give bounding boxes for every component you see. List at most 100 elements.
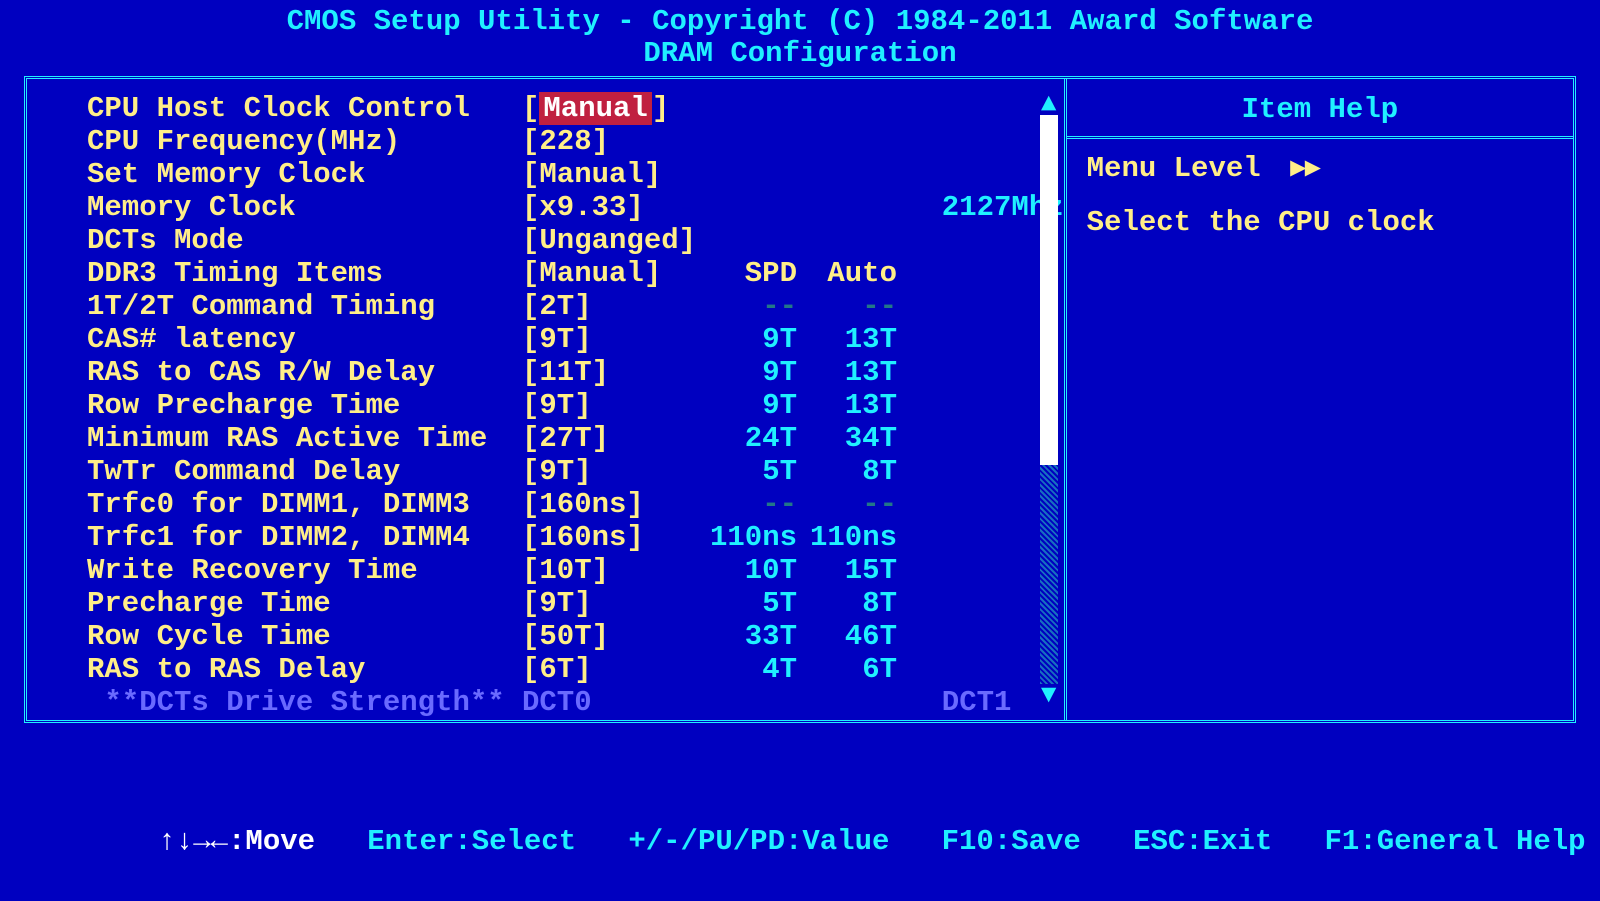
setting-label: Set Memory Clock [87,159,522,191]
main-panels: CPU Host Clock Control[Manual]CPU Freque… [24,76,1576,723]
header-line-1: CMOS Setup Utility - Copyright (C) 1984-… [24,6,1576,38]
setting-auto: 8T [797,456,897,488]
setting-row[interactable]: Trfc1 for DIMM2, DIMM4[160ns]110ns110ns [87,522,1064,555]
help-menu-level: Menu Level ▸▸ [1087,153,1553,186]
setting-spd: -- [697,291,797,323]
setting-label: Trfc1 for DIMM2, DIMM4 [87,522,522,554]
setting-row[interactable]: Memory Clock[x9.33] 2127Mhz [87,192,1064,225]
setting-label: Row Cycle Time [87,621,522,653]
setting-auto: 110ns [797,522,897,554]
setting-row[interactable]: RAS to CAS R/W Delay[11T]9T13T [87,357,1064,390]
setting-value[interactable]: [Manual] [522,258,697,290]
setting-auto: 13T [797,390,897,422]
setting-row[interactable]: TwTr Command Delay[9T]5T8T [87,456,1064,489]
setting-auto: 13T [797,324,897,356]
setting-spd: 33T [697,621,797,653]
setting-label: Row Precharge Time [87,390,522,422]
hint-select: Enter:Select [367,825,576,858]
setting-spd: 5T [697,456,797,488]
setting-spd: 24T [697,423,797,455]
hint-save: F10:Save [942,825,1081,858]
setting-row[interactable]: CPU Host Clock Control[Manual] [87,93,1064,126]
setting-auto: 46T [797,621,897,653]
setting-row[interactable]: Row Cycle Time[50T]33T46T [87,621,1064,654]
help-panel: Item Help Menu Level ▸▸ Select the CPU c… [1064,79,1573,720]
setting-row[interactable]: DDR3 Timing Items[Manual]SPDAuto [87,258,1064,291]
scrollbar-thumb[interactable] [1040,115,1058,465]
setting-row[interactable]: RAS to RAS Delay[6T]4T6T [87,654,1064,687]
setting-value[interactable]: [10T] [522,555,697,587]
setting-spd: 9T [697,324,797,356]
hint-move: ↑↓→←:Move [158,825,315,858]
setting-row[interactable]: Set Memory Clock[Manual] [87,159,1064,192]
setting-value[interactable]: [9T] [522,324,697,356]
setting-row[interactable]: Row Precharge Time[9T]9T13T [87,390,1064,423]
setting-spd: 4T [697,654,797,686]
setting-auto: 15T [797,555,897,587]
menu-level-label: Menu Level [1087,153,1261,185]
hint-exit: ESC:Exit [1133,825,1272,858]
setting-spd: -- [697,489,797,521]
setting-value[interactable]: [Unganged] [522,225,697,257]
setting-value[interactable]: [27T] [522,423,697,455]
setting-value[interactable]: [9T] [522,390,697,422]
setting-auto: 34T [797,423,897,455]
setting-value[interactable]: [9T] [522,588,697,620]
setting-value[interactable]: [Manual] [522,159,697,191]
setting-row[interactable]: CAS# latency[9T]9T13T [87,324,1064,357]
setting-label: Trfc0 for DIMM1, DIMM3 [87,489,522,521]
setting-label: RAS to CAS R/W Delay [87,357,522,389]
setting-value[interactable]: [9T] [522,456,697,488]
scrollbar[interactable]: ▲▼ [1040,87,1058,712]
setting-label: CPU Host Clock Control [87,93,522,125]
setting-value[interactable]: [228] [522,126,697,158]
setting-note: DCT1 [907,687,1011,719]
setting-value[interactable]: [2T] [522,291,697,323]
header-line-2: DRAM Configuration [24,38,1576,70]
setting-label: TwTr Command Delay [87,456,522,488]
setting-row: **DCTs Drive Strength**DCT0 DCT1 [87,687,1064,720]
bios-screen: CMOS Setup Utility - Copyright (C) 1984-… [0,0,1600,901]
setting-label: **DCTs Drive Strength** [87,687,522,719]
scroll-up-icon[interactable]: ▲ [1040,91,1058,117]
setting-value[interactable]: [160ns] [522,522,697,554]
menu-level-chevron-icon: ▸▸ [1291,153,1320,185]
setting-auto: -- [797,489,897,521]
scroll-down-icon[interactable]: ▼ [1040,682,1058,708]
setting-row[interactable]: Minimum RAS Active Time[27T]24T34T [87,423,1064,456]
setting-value[interactable]: [160ns] [522,489,697,521]
setting-label: Memory Clock [87,192,522,224]
settings-list[interactable]: CPU Host Clock Control[Manual]CPU Freque… [27,79,1064,720]
setting-value[interactable]: [50T] [522,621,697,653]
setting-row[interactable]: DCTs Mode[Unganged] [87,225,1064,258]
setting-label: Minimum RAS Active Time [87,423,522,455]
header: CMOS Setup Utility - Copyright (C) 1984-… [24,6,1576,76]
setting-spd: 5T [697,588,797,620]
help-context-text: Select the CPU clock [1087,206,1553,239]
setting-label: RAS to RAS Delay [87,654,522,686]
setting-value[interactable]: [11T] [522,357,697,389]
setting-value[interactable]: [6T] [522,654,697,686]
setting-spd: 9T [697,390,797,422]
setting-spd: 10T [697,555,797,587]
hint-help: F1:General Help [1325,825,1586,858]
setting-auto: Auto [797,258,897,290]
setting-row[interactable]: CPU Frequency(MHz)[228] [87,126,1064,159]
setting-label: DCTs Mode [87,225,522,257]
setting-auto: 8T [797,588,897,620]
setting-value[interactable]: [x9.33] [522,192,697,224]
setting-auto: 6T [797,654,897,686]
setting-spd: SPD [697,258,797,290]
setting-spd: 9T [697,357,797,389]
setting-auto: -- [797,291,897,323]
setting-row[interactable]: Trfc0 for DIMM1, DIMM3[160ns]---- [87,489,1064,522]
setting-row[interactable]: Precharge Time[9T]5T8T [87,588,1064,621]
help-title: Item Help [1067,79,1573,139]
setting-label: 1T/2T Command Timing [87,291,522,323]
setting-row[interactable]: 1T/2T Command Timing[2T]---- [87,291,1064,324]
setting-value[interactable]: [Manual] [522,93,697,125]
setting-label: Precharge Time [87,588,522,620]
setting-spd: 110ns [697,522,797,554]
setting-label: DDR3 Timing Items [87,258,522,290]
setting-row[interactable]: Write Recovery Time[10T]10T15T [87,555,1064,588]
